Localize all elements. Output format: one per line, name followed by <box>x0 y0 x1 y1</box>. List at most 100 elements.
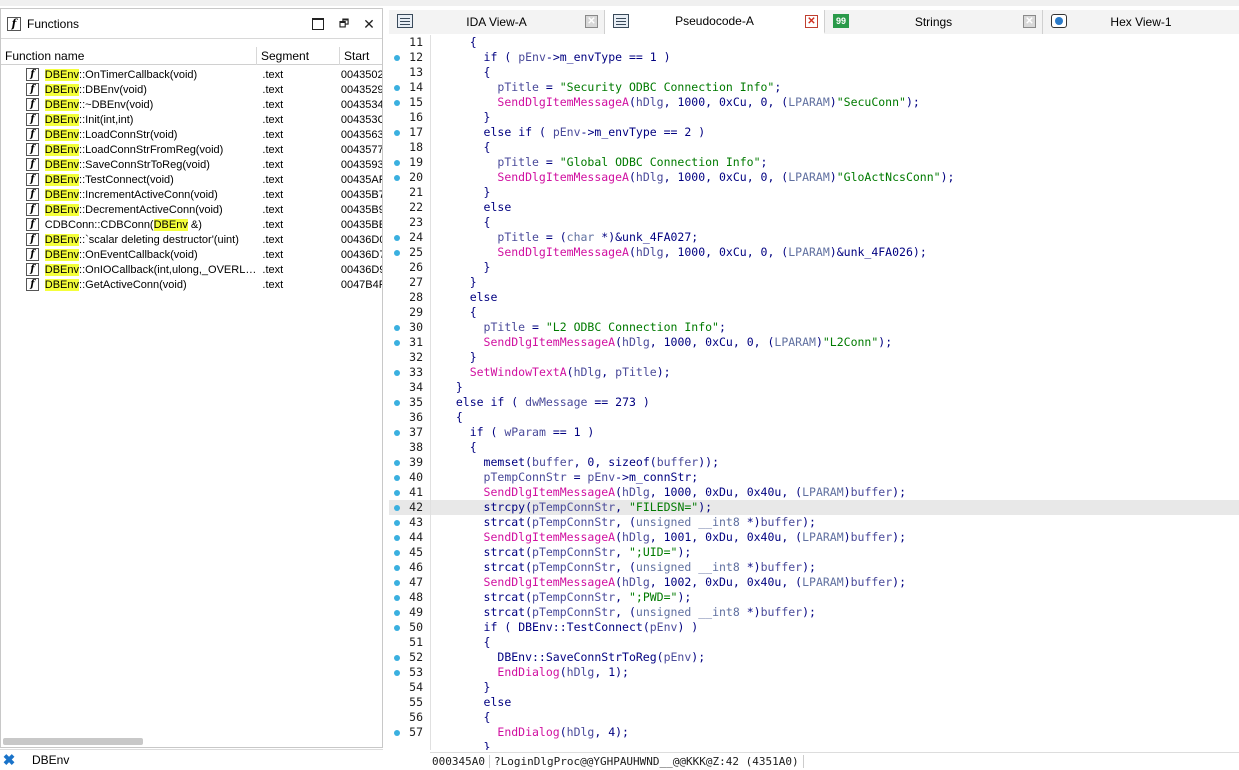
code-line[interactable]: 35 else if ( dwMessage == 273 ) <box>389 395 1239 410</box>
line-number: 37 <box>409 425 423 439</box>
code-line[interactable]: 41 SendDlgItemMessageA(hDlg, 1000, 0xDu,… <box>389 485 1239 500</box>
tab-hex-view-1[interactable]: Hex View-1 <box>1043 10 1239 34</box>
tab-pseudocode-a[interactable]: Pseudocode-A ✕ <box>605 10 825 34</box>
line-number: 38 <box>409 440 423 454</box>
function-start-address: 00435B7 <box>340 188 382 201</box>
code-line[interactable]: 51 { <box>389 635 1239 650</box>
float-pane-button[interactable]: 🗗 <box>337 17 351 31</box>
code-line[interactable]: 44 SendDlgItemMessageA(hDlg, 1001, 0xDu,… <box>389 530 1239 545</box>
code-line[interactable]: 32 } <box>389 350 1239 365</box>
function-row[interactable]: f DBEnv::OnIOCallback(int,ulong,_OVERLAPP… <box>1 262 382 277</box>
close-tab-icon[interactable]: ✕ <box>1023 15 1036 28</box>
code-line[interactable]: 15 SendDlgItemMessageA(hDlg, 1000, 0xCu,… <box>389 95 1239 110</box>
code-line[interactable]: 12 if ( pEnv->m_envType == 1 ) <box>389 50 1239 65</box>
code-line[interactable]: 54 } <box>389 680 1239 695</box>
code-line[interactable]: 43 strcat(pTempConnStr, (unsigned __int8… <box>389 515 1239 530</box>
function-start-address: 00435B9 <box>340 203 382 216</box>
code-line[interactable]: 37 if ( wParam == 1 ) <box>389 425 1239 440</box>
code-line[interactable]: 47 SendDlgItemMessageA(hDlg, 1002, 0xDu,… <box>389 575 1239 590</box>
function-row[interactable]: f DBEnv::LoadConnStr(void) .text 0043563 <box>1 127 382 142</box>
code-line[interactable]: 28 else <box>389 290 1239 305</box>
code-line[interactable]: 53 EndDialog(hDlg, 1); <box>389 665 1239 680</box>
close-tab-icon[interactable]: ✕ <box>805 15 818 28</box>
code-line[interactable]: 22 else <box>389 200 1239 215</box>
function-row[interactable]: f DBEnv::LoadConnStrFromReg(void) .text 004… <box>1 142 382 157</box>
function-segment: .text <box>262 143 284 156</box>
search-match-highlight: DBEnv <box>44 233 80 246</box>
function-icon: f <box>26 143 39 156</box>
code-line[interactable]: 18 { <box>389 140 1239 155</box>
horizontal-scrollbar-thumb[interactable] <box>3 738 143 745</box>
search-match-highlight: DBEnv <box>44 98 80 111</box>
function-row[interactable]: f DBEnv::DecrementActiveConn(void) .text 00… <box>1 202 382 217</box>
function-row[interactable]: f DBEnv::IncrementActiveConn(void) .text 00… <box>1 187 382 202</box>
code-line[interactable]: 29 { <box>389 305 1239 320</box>
code-line[interactable]: 24 pTitle = (char *)&unk_4FA027; <box>389 230 1239 245</box>
pseudocode-editor[interactable]: 11 {12 if ( pEnv->m_envType == 1 ) 13 {14… <box>389 35 1239 750</box>
code-line[interactable]: 40 pTempConnStr = pEnv->m_connStr; <box>389 470 1239 485</box>
function-row[interactable]: f DBEnv::OnEventCallback(void) .text 00436D… <box>1 247 382 262</box>
function-row[interactable]: f CDBConn::CDBConn(DBEnv &) .text 00435BE <box>1 217 382 232</box>
code-line[interactable]: 20 SendDlgItemMessageA(hDlg, 1000, 0xCu,… <box>389 170 1239 185</box>
function-start-address: 0043534 <box>340 98 382 111</box>
function-name-suffix: ::`scalar deleting destructor'(uint) <box>79 233 239 246</box>
code-line[interactable]: 27 } <box>389 275 1239 290</box>
code-line[interactable]: 19 pTitle = "Global ODBC Connection Info… <box>389 155 1239 170</box>
tab-strings[interactable]: 99 Strings ✕ <box>825 10 1043 34</box>
tab-ida-view-a[interactable]: IDA View-A ✕ <box>389 10 605 34</box>
code-text: pTitle = "L2 ODBC Connection Info"; <box>483 320 726 334</box>
code-line[interactable]: 17 else if ( pEnv->m_envType == 2 ) <box>389 125 1239 140</box>
function-name-suffix: ::SaveConnStrToReg(void) <box>79 158 210 171</box>
code-line[interactable]: 48 strcat(pTempConnStr, ";PWD="); <box>389 590 1239 605</box>
function-icon: f <box>26 83 39 96</box>
function-row[interactable]: f DBEnv::TestConnect(void) .text 00435AF <box>1 172 382 187</box>
code-line[interactable]: 46 strcat(pTempConnStr, (unsigned __int8… <box>389 560 1239 575</box>
code-line[interactable]: 49 strcat(pTempConnStr, (unsigned __int8… <box>389 605 1239 620</box>
code-line[interactable]: 52 DBEnv::SaveConnStrToReg(pEnv); <box>389 650 1239 665</box>
maximize-pane-button[interactable] <box>311 17 325 31</box>
clear-filter-icon[interactable]: ✖ <box>0 751 18 769</box>
line-number: 14 <box>409 80 423 94</box>
code-line[interactable]: 26 } <box>389 260 1239 275</box>
code-line[interactable]: 14 pTitle = "Security ODBC Connection In… <box>389 80 1239 95</box>
function-name: DBEnv::GetActiveConn(void) <box>44 278 260 291</box>
function-row[interactable]: f DBEnv::GetActiveConn(void) .text 0047B4F <box>1 277 382 292</box>
function-row[interactable]: f DBEnv::`scalar deleting destructor'(uin… <box>1 232 382 247</box>
code-line[interactable]: 25 SendDlgItemMessageA(hDlg, 1000, 0xCu,… <box>389 245 1239 260</box>
code-line[interactable]: 57 EndDialog(hDlg, 4); <box>389 725 1239 740</box>
code-line[interactable]: 36 { <box>389 410 1239 425</box>
code-line[interactable]: 16 } <box>389 110 1239 125</box>
code-line[interactable]: 31 SendDlgItemMessageA(hDlg, 1000, 0xCu,… <box>389 335 1239 350</box>
close-pane-button[interactable]: ✕ <box>362 16 376 32</box>
code-line[interactable]: 33 SetWindowTextA(hDlg, pTitle); <box>389 365 1239 380</box>
code-text: pTitle = "Global ODBC Connection Info"; <box>497 155 768 169</box>
code-line[interactable]: 42 strcpy(pTempConnStr, "FILEDSN="); <box>389 500 1239 515</box>
code-line[interactable]: 11 { <box>389 35 1239 50</box>
code-line[interactable]: 50 if ( DBEnv::TestConnect(pEnv) ) <box>389 620 1239 635</box>
column-header-segment[interactable]: Segment <box>257 47 340 65</box>
code-line[interactable]: 21 } <box>389 185 1239 200</box>
code-line[interactable]: 55 else <box>389 695 1239 710</box>
function-row[interactable]: f DBEnv::DBEnv(void) .text 0043529 <box>1 82 382 97</box>
code-line[interactable]: 34 } <box>389 380 1239 395</box>
code-line[interactable]: 13 { <box>389 65 1239 80</box>
code-text: { <box>442 305 477 319</box>
column-header-start[interactable]: Start <box>340 47 382 65</box>
code-line[interactable]: } <box>389 740 1239 750</box>
code-line[interactable]: 23 { <box>389 215 1239 230</box>
code-line[interactable]: 30 pTitle = "L2 ODBC Connection Info"; <box>389 320 1239 335</box>
function-row[interactable]: f DBEnv::SaveConnStrToReg(void) .text 00435… <box>1 157 382 172</box>
line-number: 50 <box>409 620 423 634</box>
code-line[interactable]: 38 { <box>389 440 1239 455</box>
filter-text[interactable]: DBEnv <box>32 753 69 767</box>
function-row[interactable]: f DBEnv::~DBEnv(void) .text 0043534 <box>1 97 382 112</box>
code-text: } <box>442 260 491 274</box>
code-line[interactable]: 39 memset(buffer, 0, sizeof(buffer)); <box>389 455 1239 470</box>
close-tab-icon[interactable]: ✕ <box>585 15 598 28</box>
code-line[interactable]: 45 strcat(pTempConnStr, ";UID="); <box>389 545 1239 560</box>
function-row[interactable]: f DBEnv::OnTimerCallback(void) .text 004350… <box>1 67 382 82</box>
code-line[interactable]: 56 { <box>389 710 1239 725</box>
function-row[interactable]: f DBEnv::Init(int,int) .text 004353C <box>1 112 382 127</box>
column-header-function-name[interactable]: Function name <box>1 47 257 65</box>
function-icon: f <box>26 263 39 276</box>
